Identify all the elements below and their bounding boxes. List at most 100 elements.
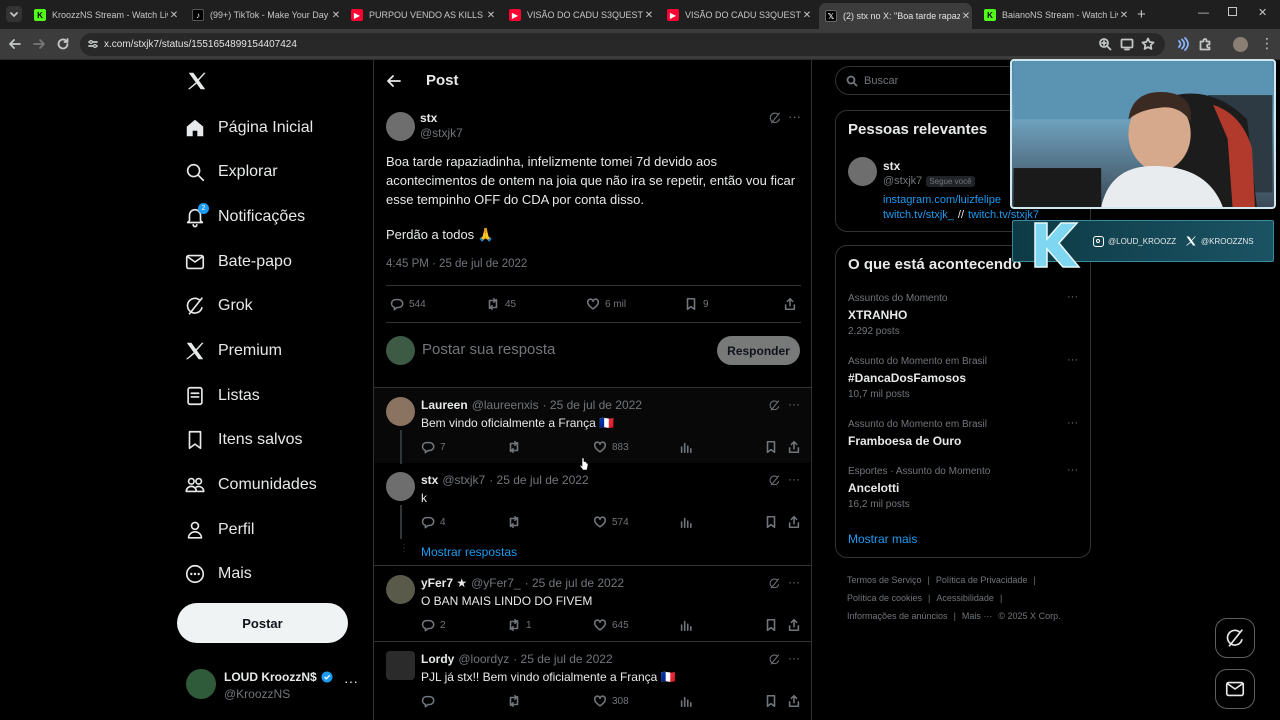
reply-date[interactable]: · 25 de jul de 2022 [513,652,612,666]
reply-author-handle[interactable]: @loordyz [458,652,509,666]
forward-icon[interactable] [32,37,46,51]
grok-icon[interactable] [768,111,782,125]
tweet-timestamp[interactable]: 4:45 PM · 25 de jul de 2022 [386,258,527,270]
close-icon[interactable]: ✕ [643,10,655,21]
more-icon[interactable]: ··· [788,651,800,665]
sidebar-item-grok[interactable]: Grok [184,290,253,322]
footer-link[interactable]: Acessibilidade [936,593,994,603]
footer-link[interactable]: Política de Privacidade [936,575,1028,585]
grok-icon[interactable] [768,577,781,590]
browser-tab[interactable]: ▶ VISÃO DO CADU S3QUESTRAN ✕ [503,3,655,27]
browser-tab[interactable]: K BaianoNS Stream - Watch Live ✕ [978,3,1130,27]
bookmark-button[interactable] [764,515,783,529]
reply-author-handle[interactable]: @yFer7_ [471,576,521,590]
site-info-icon[interactable] [87,38,99,50]
more-icon[interactable]: ··· [1067,291,1078,303]
bookmark-button[interactable] [764,618,783,632]
reply-button[interactable]: 544 [390,297,426,311]
more-icon[interactable]: ··· [1067,464,1078,476]
footer-more-link[interactable]: Mais ··· [962,611,993,621]
more-icon[interactable]: ··· [788,109,801,124]
person-name[interactable]: stx [883,159,900,173]
bookmark-button[interactable] [764,694,783,708]
grok-icon[interactable] [768,474,781,487]
star-icon[interactable] [1141,37,1155,51]
share-button[interactable] [787,618,806,632]
like-button[interactable]: 574 [593,515,629,529]
sidebar-item-profile[interactable]: Perfil [184,514,254,546]
reply-author-name[interactable]: stx [421,473,438,487]
share-button[interactable] [787,515,806,529]
footer-link[interactable]: Política de cookies [847,593,922,603]
reply-button[interactable]: 4 [421,515,446,529]
reply-date[interactable]: · 25 de jul de 2022 [489,473,588,487]
grok-float-button[interactable] [1215,618,1255,658]
reply-item[interactable]: yFer7 ★ @yFer7_ · 25 de jul de 2022 O BA… [374,566,811,641]
browser-menu-icon[interactable]: ⋮ [1260,36,1274,51]
sidebar-item-premium[interactable]: Premium [184,335,282,367]
share-button[interactable] [787,694,806,708]
close-icon[interactable]: ✕ [330,10,342,21]
address-bar[interactable]: x.com/stxjk7/status/1551654899154407424 [80,33,1165,56]
views-button[interactable] [679,618,698,632]
avatar[interactable] [848,157,877,186]
bio-link[interactable]: twitch.tv/stxjk_ [883,209,954,221]
tweet-author-name[interactable]: stx [420,111,437,125]
sidebar-item-bookmarks[interactable]: Itens salvos [184,424,302,456]
trend-item[interactable]: Esportes · Assunto do Momento Ancelotti … [848,464,1078,510]
reply-author-name[interactable]: yFer7 ★ [421,576,467,590]
share-button[interactable] [783,297,802,311]
new-tab-icon[interactable]: + [1137,6,1146,23]
grok-icon[interactable] [768,653,781,666]
post-button[interactable]: Postar [177,603,348,643]
reply-submit-button[interactable]: Responder [717,336,800,365]
more-icon[interactable]: ··· [1067,354,1078,366]
repost-button[interactable] [507,440,526,454]
repost-button[interactable]: 1 [507,618,532,632]
trend-item[interactable]: Assunto do Momento em Brasil Framboesa d… [848,417,1078,448]
browser-tab[interactable]: ▶ PURPOU VENDO AS KILLS DO ✕ [345,3,497,27]
like-button[interactable]: 883 [593,440,629,454]
browser-tab[interactable]: K KroozzNS Stream - Watch Live ✕ [28,3,180,27]
search-input[interactable]: Buscar [864,75,898,87]
share-button[interactable] [787,440,806,454]
tab-search-icon[interactable] [6,6,22,22]
maximize-icon[interactable] [1228,7,1237,16]
reply-button[interactable]: 7 [421,440,446,454]
bookmark-button[interactable]: 9 [684,297,709,311]
tweet-author-handle[interactable]: @stxjk7 [420,126,463,140]
messages-float-button[interactable] [1215,669,1255,709]
like-button[interactable]: 645 [593,618,629,632]
like-button[interactable]: 308 [593,694,629,708]
reply-item[interactable]: Lordy @loordyz · 25 de jul de 2022 PJL j… [374,642,811,720]
more-icon[interactable]: ··· [788,472,800,486]
trend-item[interactable]: Assunto do Momento em Brasil #DancaDosFa… [848,354,1078,400]
reply-date[interactable]: · 25 de jul de 2022 [525,576,624,590]
repost-button[interactable] [507,694,526,708]
reload-icon[interactable] [56,37,70,51]
like-button[interactable]: 6 mil [586,297,626,311]
reply-author-name[interactable]: Lordy [421,652,454,666]
footer-link[interactable]: Informações de anúncios [847,611,948,621]
zoom-icon[interactable] [1098,37,1112,51]
grok-icon[interactable] [768,399,781,412]
avatar[interactable] [386,472,415,501]
repost-button[interactable]: 45 [486,297,516,311]
sidebar-item-explore[interactable]: Explorar [184,156,278,188]
minimize-icon[interactable]: — [1198,7,1209,19]
close-icon[interactable]: ✕ [485,10,497,21]
reply-button[interactable] [421,694,440,708]
close-icon[interactable]: ✕ [960,11,972,22]
more-icon[interactable]: ··· [1067,417,1078,429]
sidebar-item-chat[interactable]: Bate-papo [184,246,292,278]
cast-icon[interactable] [1120,37,1134,51]
views-button[interactable] [679,515,698,529]
show-more-link[interactable]: Mostrar mais [848,532,917,546]
more-icon[interactable]: ··· [344,673,358,689]
close-icon[interactable]: ✕ [1118,10,1130,21]
bookmark-button[interactable] [764,440,783,454]
repost-button[interactable] [507,515,526,529]
reply-date[interactable]: · 25 de jul de 2022 [543,398,642,412]
avatar[interactable] [386,397,415,426]
footer-link[interactable]: Termos de Serviço [847,575,922,585]
